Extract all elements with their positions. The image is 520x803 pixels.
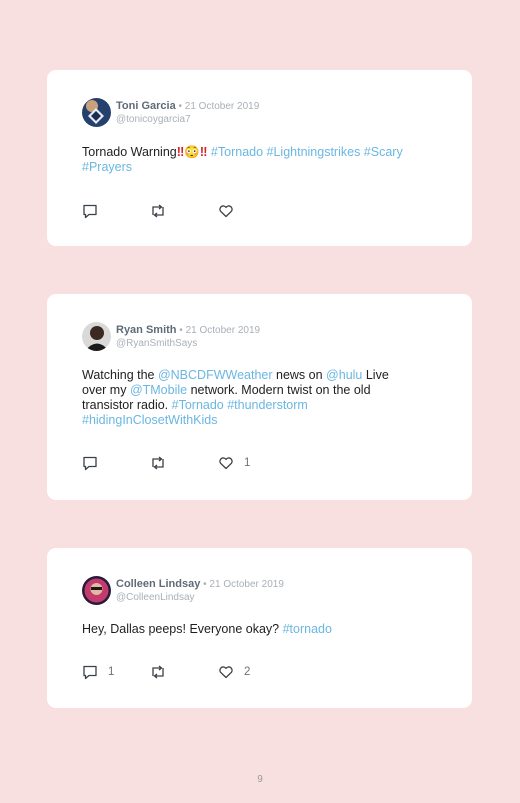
text-segment: network. Modern twist on the old — [187, 383, 371, 397]
tweet-text: Hey, Dallas peeps! Everyone okay? #torna… — [82, 622, 452, 637]
tweet-date: • 21 October 2019 — [176, 325, 261, 336]
like-count: 1 — [244, 457, 251, 469]
retweet-button[interactable] — [149, 203, 177, 219]
text-segment: transistor radio. — [82, 398, 172, 412]
tweet-text: Watching the @NBCDFWWeather news on @hul… — [82, 368, 452, 428]
text-segment: Hey, Dallas peeps! Everyone okay? — [82, 622, 283, 636]
author-handle[interactable]: @ColleenLindsay — [116, 592, 195, 603]
author-name[interactable]: Toni Garcia — [116, 100, 176, 112]
avatar[interactable] — [82, 576, 111, 605]
hashtag-link[interactable]: #hidingInClosetWithKids — [82, 413, 218, 427]
reply-button[interactable]: 1 — [82, 664, 114, 680]
like-button[interactable]: 2 — [218, 664, 250, 680]
like-icon — [219, 205, 233, 218]
like-icon — [219, 666, 233, 679]
text-segment: Live — [362, 368, 389, 382]
tweet-card-2: Ryan Smith • 21 October 2019 @RyanSmithS… — [47, 294, 472, 500]
author-name[interactable]: Ryan Smith — [116, 324, 177, 336]
page-number: 9 — [257, 774, 263, 785]
avatar[interactable] — [82, 98, 111, 127]
reply-button[interactable] — [82, 203, 108, 219]
tweet-text: Tornado Warning‼😳‼ #Tornado #Lightningst… — [82, 145, 452, 175]
reply-icon — [83, 665, 97, 680]
hashtag-link[interactable]: #Tornado #Lightningstrikes #Scary — [211, 145, 403, 159]
text-segment: news on — [272, 368, 327, 382]
hashtag-link[interactable]: #tornado — [283, 622, 332, 636]
author-line: Colleen Lindsay • 21 October 2019 — [116, 578, 284, 590]
retweet-button[interactable] — [149, 664, 177, 680]
like-icon — [219, 457, 233, 470]
mention-link[interactable]: @NBCDFWWeather — [158, 368, 273, 382]
retweet-icon — [152, 204, 164, 218]
author-line: Toni Garcia • 21 October 2019 — [116, 100, 259, 112]
author-handle[interactable]: @tonicoygarcia7 — [116, 114, 191, 125]
avatar[interactable] — [82, 322, 111, 351]
hashtag-link[interactable]: #Prayers — [82, 160, 132, 174]
like-button[interactable]: 1 — [218, 455, 250, 471]
retweet-icon — [152, 665, 164, 679]
tweet-actions — [82, 203, 382, 219]
tweet-date: • 21 October 2019 — [175, 101, 260, 112]
reply-icon — [83, 204, 97, 219]
tweet-card-1: Toni Garcia • 21 October 2019 @tonicoyga… — [47, 70, 472, 246]
text-segment: Tornado Warning — [82, 145, 177, 159]
mention-link[interactable]: @TMobile — [130, 383, 187, 397]
reply-icon — [83, 456, 97, 471]
reply-count: 1 — [108, 666, 115, 678]
text-segment: over my — [82, 383, 130, 397]
tweet-card-3: Colleen Lindsay • 21 October 2019 @Colle… — [47, 548, 472, 708]
tweet-actions: 1 2 — [82, 664, 382, 680]
tweet-date: • 21 October 2019 — [200, 579, 284, 590]
retweet-icon — [152, 456, 164, 470]
tweet-actions: 1 — [82, 455, 382, 471]
mention-link[interactable]: @hulu — [326, 368, 362, 382]
text-segment: Watching the — [82, 368, 158, 382]
author-name[interactable]: Colleen Lindsay — [116, 578, 200, 590]
like-button[interactable] — [218, 203, 244, 219]
hashtag-link[interactable]: #Tornado #thunderstorm — [172, 398, 308, 412]
retweet-button[interactable] — [149, 455, 177, 471]
author-handle[interactable]: @RyanSmithSays — [116, 338, 197, 349]
author-line: Ryan Smith • 21 October 2019 — [116, 324, 260, 336]
flushed-face-emoji: 😳 — [184, 145, 200, 159]
like-count: 2 — [244, 666, 251, 678]
reply-button[interactable] — [82, 455, 108, 471]
